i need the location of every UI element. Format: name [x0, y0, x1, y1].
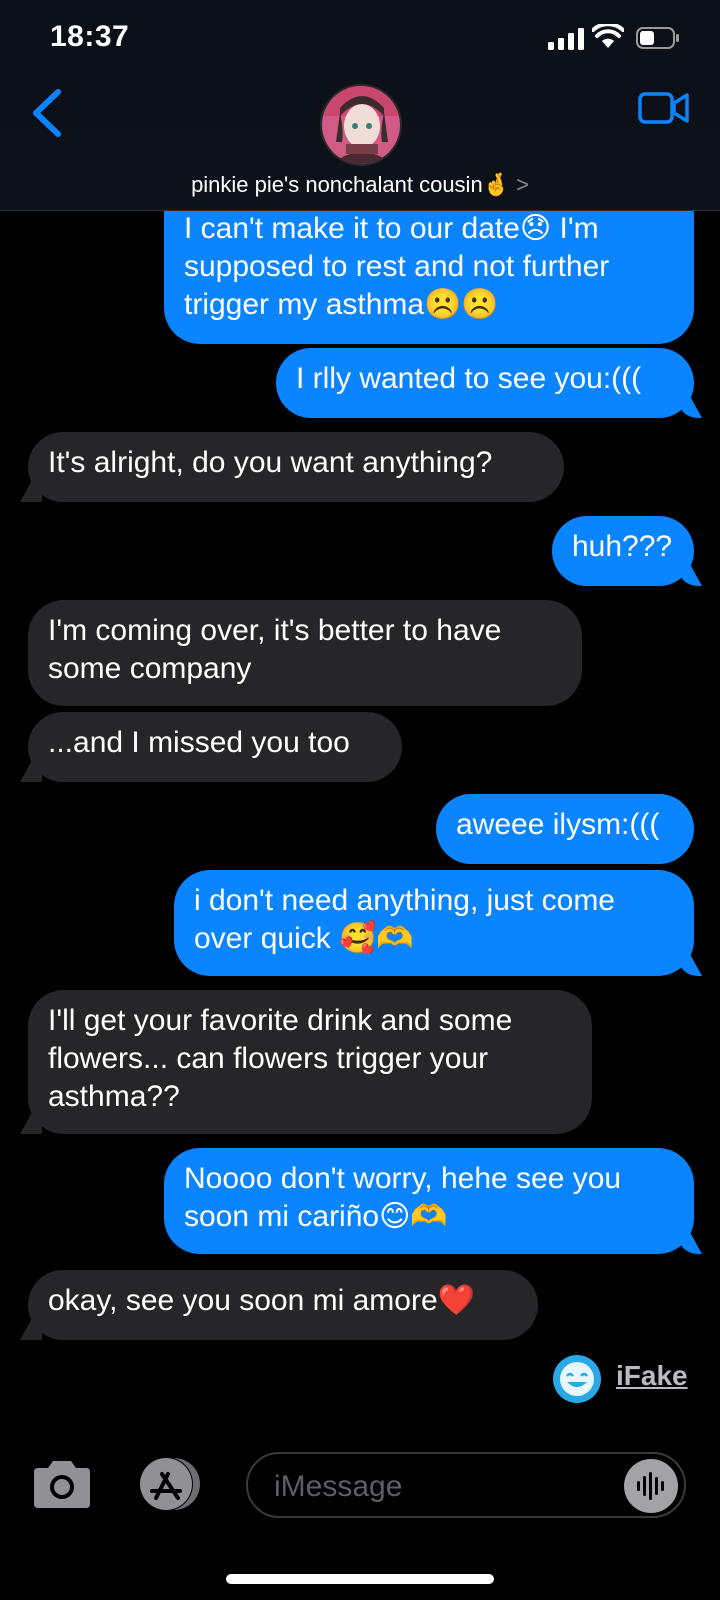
watermark-label: iFake: [616, 1360, 688, 1391]
waveform-icon: [637, 1472, 664, 1500]
ifake-logo-icon: [553, 1355, 601, 1403]
conversation-header: 18:37 pinkie pie's nonchalant cousin🤞 >: [0, 0, 720, 211]
wifi-icon: [592, 24, 624, 48]
message-thread: I can't make it to our date😞 I'm suppose…: [0, 0, 720, 1600]
message-bubble-outgoing[interactable]: I rlly wanted to see you:(((: [276, 348, 694, 418]
contact-avatar[interactable]: [320, 84, 402, 166]
camera-icon[interactable]: [30, 1458, 94, 1510]
message-bubble-incoming[interactable]: I'm coming over, it's better to have som…: [28, 600, 582, 706]
message-bubble-outgoing[interactable]: I can't make it to our date😞 I'm suppose…: [164, 196, 694, 344]
message-bubble-outgoing[interactable]: i don't need anything, just come over qu…: [174, 870, 694, 976]
message-input-field[interactable]: [246, 1452, 686, 1518]
battery-icon: [636, 27, 679, 49]
home-indicator[interactable]: [226, 1574, 494, 1584]
status-bar-time: 18:37: [50, 20, 130, 53]
message-bubble-outgoing[interactable]: huh???: [552, 516, 694, 586]
cellular-signal-icon: [548, 28, 584, 50]
message-bubble-outgoing[interactable]: aweee ilysm:(((: [436, 794, 694, 864]
video-call-icon[interactable]: [638, 90, 690, 126]
message-bubble-incoming[interactable]: okay, see you soon mi amore❤️: [28, 1270, 538, 1340]
back-chevron-icon[interactable]: [28, 88, 68, 138]
contact-name: pinkie pie's nonchalant cousin🤞: [191, 172, 511, 197]
avatar-image: [322, 86, 400, 164]
message-input[interactable]: [272, 1464, 616, 1510]
contact-name-button[interactable]: pinkie pie's nonchalant cousin🤞 >: [0, 172, 720, 198]
message-bubble-incoming[interactable]: It's alright, do you want anything?: [28, 432, 564, 502]
message-bubble-outgoing[interactable]: Noooo don't worry, hehe see you soon mi …: [164, 1148, 694, 1254]
message-bubble-incoming[interactable]: ...and I missed you too: [28, 712, 402, 782]
chevron-right-icon: >: [516, 172, 529, 197]
audio-message-button[interactable]: [624, 1459, 678, 1513]
message-bubble-incoming[interactable]: I'll get your favorite drink and some fl…: [28, 990, 592, 1134]
app-store-icon[interactable]: [134, 1456, 206, 1512]
